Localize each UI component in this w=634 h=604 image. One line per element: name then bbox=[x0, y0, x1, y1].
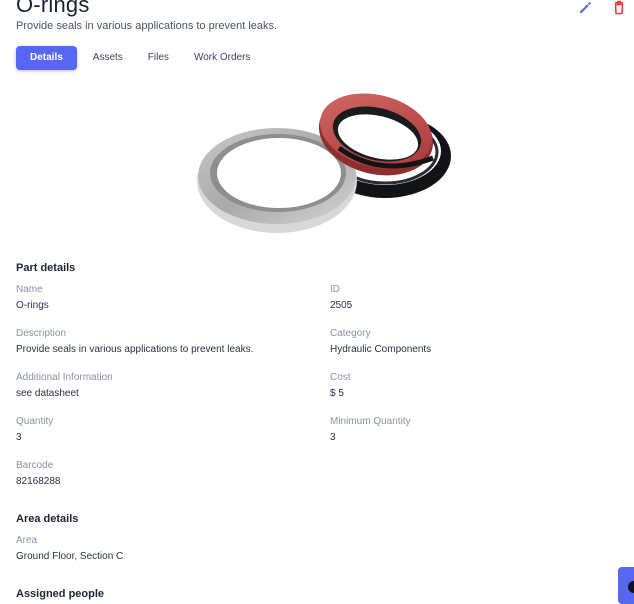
area-field: Area Ground Floor, Section C bbox=[16, 534, 316, 564]
cost-value: $ 5 bbox=[330, 388, 344, 399]
edit-button[interactable] bbox=[577, 0, 593, 16]
tab-details[interactable]: Details bbox=[16, 46, 77, 70]
area-details-heading: Area details bbox=[16, 513, 79, 525]
part-details-heading: Part details bbox=[16, 262, 76, 274]
quantity-value: 3 bbox=[16, 432, 22, 443]
additional-info-field: Additional Information see datasheet bbox=[16, 371, 316, 401]
description-field: Description Provide seals in various app… bbox=[16, 327, 316, 357]
category-value: Hydraulic Components bbox=[330, 344, 432, 355]
description-value: Provide seals in various applications to… bbox=[16, 344, 254, 355]
additional-info-value: see datasheet bbox=[16, 388, 79, 399]
assigned-people-heading: Assigned people bbox=[16, 588, 105, 600]
fab-dot-icon bbox=[628, 581, 634, 593]
quantity-field: Quantity 3 bbox=[16, 415, 316, 445]
id-value: 2505 bbox=[330, 300, 353, 311]
quantity-label: Quantity bbox=[16, 416, 54, 427]
delete-button[interactable] bbox=[611, 0, 627, 16]
cost-field: Cost $ 5 bbox=[330, 371, 630, 401]
page-subtitle: Provide seals in various applications to… bbox=[16, 20, 278, 32]
tab-files[interactable]: Files bbox=[140, 46, 177, 70]
barcode-field: Barcode 82168288 bbox=[16, 459, 316, 489]
area-label: Area bbox=[16, 535, 38, 546]
barcode-value: 82168288 bbox=[16, 476, 61, 487]
trash-icon bbox=[614, 0, 624, 15]
description-label: Description bbox=[16, 328, 67, 339]
area-value: Ground Floor, Section C bbox=[16, 551, 124, 562]
tab-bar: Details Assets Files Work Orders bbox=[16, 46, 267, 70]
min-quantity-value: 3 bbox=[330, 432, 336, 443]
id-label: ID bbox=[330, 284, 340, 295]
min-quantity-field: Minimum Quantity 3 bbox=[330, 415, 630, 445]
id-field: ID 2505 bbox=[330, 283, 630, 313]
tab-assets[interactable]: Assets bbox=[85, 46, 131, 70]
page-title: O-rings bbox=[16, 0, 90, 17]
barcode-label: Barcode bbox=[16, 460, 54, 471]
name-field: Name O-rings bbox=[16, 283, 316, 313]
pencil-icon bbox=[580, 2, 591, 13]
cost-label: Cost bbox=[330, 372, 351, 383]
name-label: Name bbox=[16, 284, 43, 295]
tab-work-orders[interactable]: Work Orders bbox=[186, 46, 259, 70]
category-label: Category bbox=[330, 328, 371, 339]
part-image bbox=[197, 93, 451, 233]
name-value: O-rings bbox=[16, 300, 49, 311]
floating-action-button[interactable] bbox=[618, 567, 634, 604]
min-quantity-label: Minimum Quantity bbox=[330, 416, 411, 427]
category-field: Category Hydraulic Components bbox=[330, 327, 630, 357]
additional-info-label: Additional Information bbox=[16, 372, 113, 383]
